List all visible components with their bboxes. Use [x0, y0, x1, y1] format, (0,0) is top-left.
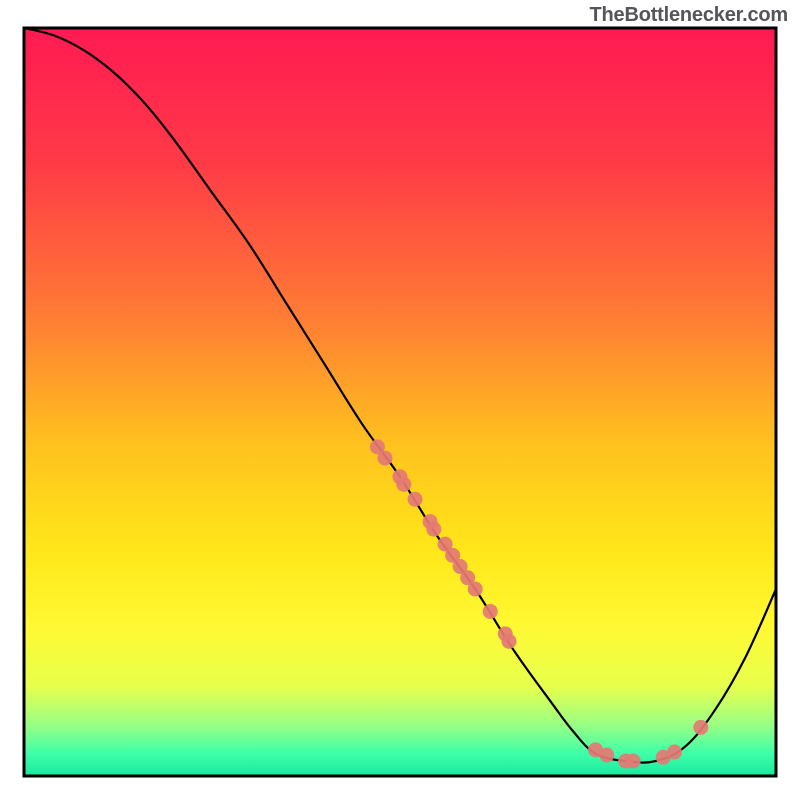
data-marker: [667, 745, 682, 760]
data-marker: [377, 451, 392, 466]
chart-container: TheBottlenecker.com: [0, 0, 800, 800]
data-marker: [468, 582, 483, 597]
data-marker: [502, 634, 517, 649]
data-marker: [483, 604, 498, 619]
gradient-background: [24, 28, 776, 776]
data-marker: [693, 720, 708, 735]
data-marker: [626, 754, 641, 769]
data-marker: [426, 522, 441, 537]
bottleneck-chart: [0, 0, 800, 800]
data-marker: [396, 477, 411, 492]
data-marker: [599, 748, 614, 763]
data-marker: [408, 492, 423, 507]
